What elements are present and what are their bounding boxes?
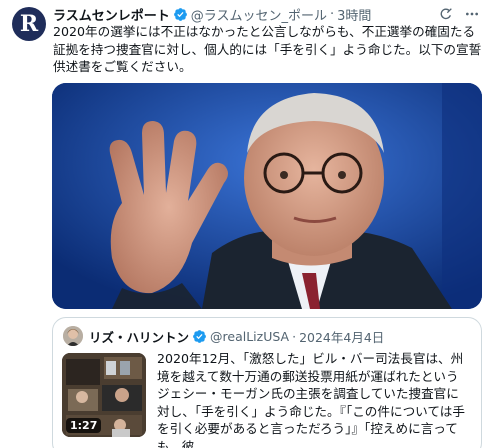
quoted-post-header: リズ・ハリントン @realLizUSA · 2024年4月4日	[63, 326, 384, 346]
post-photo[interactable]	[52, 83, 482, 309]
video-thumbnail[interactable]: 1:27	[62, 353, 146, 437]
quoted-post[interactable]: リズ・ハリントン @realLizUSA · 2024年4月4日 1:27 20…	[52, 317, 482, 448]
post-header: ラスムセンレポート @ラスムッセン_ポール · 3時間	[53, 4, 480, 24]
separator-dot: ·	[292, 328, 297, 344]
separator-dot: ·	[330, 6, 335, 22]
grok-icon[interactable]	[438, 6, 454, 22]
post-text: 2020年の選挙には不正はなかったと公言しながらも、不正選挙の確固たる証拠を持つ…	[53, 24, 482, 74]
quoted-author-avatar[interactable]	[63, 326, 83, 346]
verified-badge-icon	[192, 329, 207, 344]
author-name[interactable]: ラスムセンレポート	[53, 5, 170, 24]
avatar-letter: R	[19, 11, 39, 37]
quoted-author-handle[interactable]: @realLizUSA	[210, 329, 289, 344]
quoted-post-text: 2020年12月、「激怒した」ビル・バー司法長官は、州境を越えて数十万通の郵送投…	[157, 351, 465, 448]
quoted-post-date[interactable]: 2024年4月4日	[299, 327, 384, 346]
video-duration: 1:27	[66, 418, 102, 433]
author-avatar[interactable]: R	[12, 7, 46, 41]
quoted-author-name[interactable]: リズ・ハリントン	[89, 327, 189, 346]
author-handle[interactable]: @ラスムッセン_ポール	[191, 5, 327, 24]
verified-badge-icon	[173, 7, 188, 22]
more-icon[interactable]	[464, 6, 480, 22]
post-time[interactable]: 3時間	[337, 5, 371, 24]
